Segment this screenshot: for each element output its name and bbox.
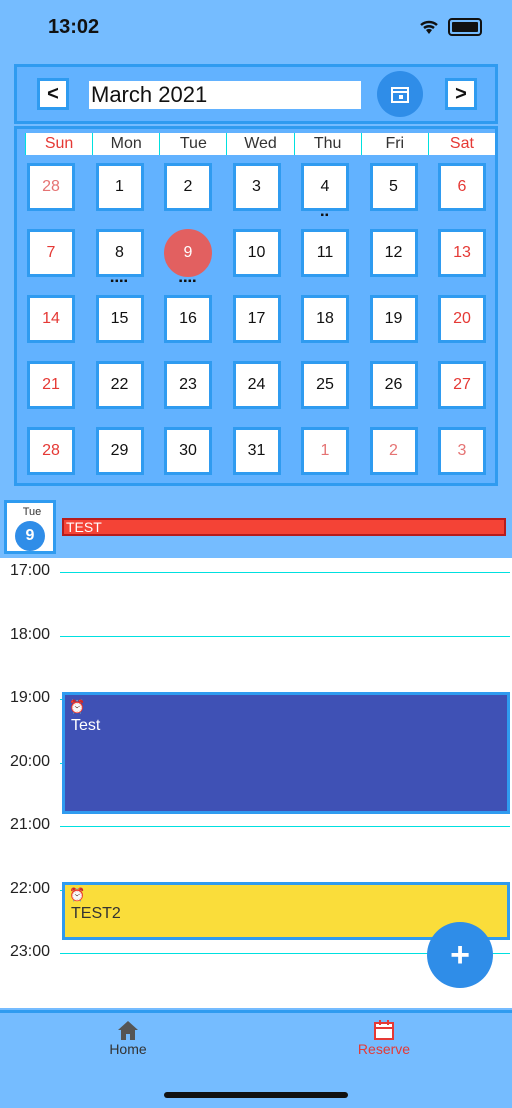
month-title: March 2021 xyxy=(89,81,361,109)
weekday-sat: Sat xyxy=(427,133,495,155)
calendar-day[interactable]: 18 xyxy=(301,295,349,343)
calendar-day[interactable]: 20 xyxy=(438,295,486,343)
calendar-day[interactable]: 27 xyxy=(438,361,486,409)
calendar-day[interactable]: 7 xyxy=(27,229,75,277)
alarm-icon: ⏰ xyxy=(69,699,86,714)
calendar-day[interactable]: 24 xyxy=(232,361,281,409)
event-dots: ▪▪▪▪ xyxy=(178,276,198,287)
calendar-day[interactable]: 17 xyxy=(232,295,281,343)
tab-home[interactable]: Home xyxy=(78,1019,178,1057)
hour-label: 18:00 xyxy=(0,625,56,644)
calendar-day[interactable]: 14 xyxy=(27,295,75,343)
calendar-day[interactable]: 15 xyxy=(95,295,144,343)
calendar-day[interactable]: 3 xyxy=(438,427,486,475)
calendar-day[interactable]: 2 xyxy=(369,427,418,475)
calendar-day[interactable]: 21 xyxy=(27,361,75,409)
day-number[interactable]: 9 xyxy=(15,521,45,551)
calendar-day[interactable]: 23 xyxy=(164,361,212,409)
hour-label: 21:00 xyxy=(0,816,56,834)
status-icons xyxy=(418,18,482,36)
calendar-day[interactable]: 30 xyxy=(164,427,212,475)
calendar-day[interactable]: 11 xyxy=(301,229,349,277)
calendar-day[interactable]: 19 xyxy=(369,295,418,343)
calendar-day[interactable]: 5 xyxy=(369,163,418,211)
hour-divider xyxy=(60,572,510,573)
calendar-day[interactable]: 25 xyxy=(301,361,349,409)
event-dots: ▪▪ xyxy=(320,210,330,221)
hour-label: 20:00 xyxy=(0,752,56,771)
calendar-day[interactable]: 4 xyxy=(301,163,349,211)
calendar-day[interactable]: 12 xyxy=(369,229,418,277)
add-event-button[interactable]: + xyxy=(427,922,493,988)
calendar-day[interactable]: 26 xyxy=(369,361,418,409)
hour-label: 22:00 xyxy=(0,879,56,898)
calendar-day[interactable]: 16 xyxy=(164,295,212,343)
calendar-day[interactable]: 28 xyxy=(27,427,75,475)
calendar-day[interactable]: 29 xyxy=(95,427,144,475)
calendar-day[interactable]: 1 xyxy=(301,427,349,475)
tab-reserve-label: Reserve xyxy=(357,1041,411,1057)
hour-label: 19:00 xyxy=(0,689,56,707)
tab-bar: Home Reserve xyxy=(0,1010,512,1068)
weekday-thu: Thu xyxy=(293,133,361,155)
hour-label: 17:00 xyxy=(0,562,56,580)
today-button[interactable] xyxy=(377,71,423,117)
calendar-day[interactable]: 31 xyxy=(232,427,281,475)
home-indicator xyxy=(164,1092,348,1098)
calendar-day[interactable]: 28 xyxy=(27,163,75,211)
alarm-icon: ⏰ xyxy=(69,887,86,902)
calendar-day[interactable]: 2 xyxy=(164,163,212,211)
calendar-day[interactable]: 10 xyxy=(232,229,281,277)
hour-label: 23:00 xyxy=(0,943,56,961)
prev-month-button[interactable]: < xyxy=(37,78,69,110)
calendar-day[interactable]: 22 xyxy=(95,361,144,409)
battery-icon xyxy=(448,18,482,36)
tab-reserve[interactable]: Reserve xyxy=(334,1019,434,1057)
event-title: TEST2 xyxy=(71,905,121,922)
calendar-day[interactable]: 9 xyxy=(164,229,212,277)
weekday-sun: Sun xyxy=(25,133,92,155)
wifi-icon xyxy=(420,20,438,34)
weekday-fri: Fri xyxy=(360,133,428,155)
weekday-mon: Mon xyxy=(92,133,159,155)
weekday-wed: Wed xyxy=(226,133,293,155)
weekday-tue: Tue xyxy=(159,133,226,155)
calendar-day[interactable]: 8 xyxy=(95,229,144,277)
day-header: Tue 9 xyxy=(4,500,56,554)
next-month-button[interactable]: > xyxy=(445,78,477,110)
month-header: < March 2021 > xyxy=(14,64,498,124)
tab-home-label: Home xyxy=(109,1041,147,1057)
status-time: 13:02 xyxy=(48,16,100,38)
event-dots: ▪▪▪▪ xyxy=(110,276,129,287)
weekday-header: Sun Mon Tue Wed Thu Fri Sat xyxy=(25,133,495,155)
event-test[interactable]: ⏰ Test xyxy=(62,692,510,814)
calendar-icon xyxy=(374,1020,394,1040)
hour-divider xyxy=(60,826,510,827)
allday-event[interactable]: TEST xyxy=(62,518,506,536)
calendar-day[interactable]: 3 xyxy=(232,163,281,211)
calendar-day[interactable]: 1 xyxy=(95,163,144,211)
home-icon xyxy=(118,1021,138,1040)
calendar-icon xyxy=(391,87,409,103)
hour-divider xyxy=(60,635,510,637)
calendar-grid: Sun Mon Tue Wed Thu Fri Sat 28 1 2 3 4 5 6 7 8 9 1… xyxy=(14,126,498,486)
calendar-day[interactable]: 6 xyxy=(438,163,486,211)
day-weekday: Tue xyxy=(22,506,42,518)
calendar-day[interactable]: 13 xyxy=(438,229,486,277)
event-title: Test xyxy=(71,717,101,734)
